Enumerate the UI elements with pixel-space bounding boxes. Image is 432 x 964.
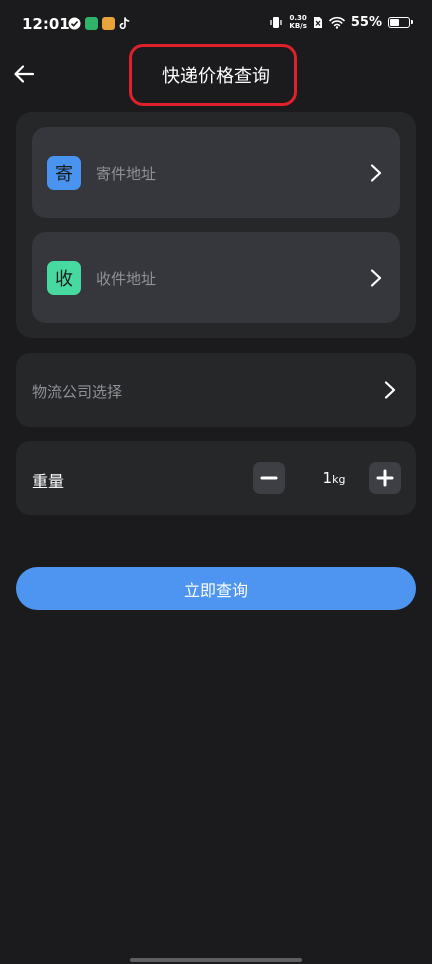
- weight-number: 1: [322, 469, 333, 487]
- weight-label: 重量: [32, 472, 65, 491]
- weight-value: 1kg: [302, 469, 366, 487]
- receiver-badge: 收: [47, 261, 81, 295]
- express-price-query-page: 12:01 0.30 KB/s 55% 快递价格查询 寄 寄件地址 收 收件地址…: [0, 0, 432, 964]
- chevron-right-icon: [370, 269, 382, 287]
- weight-unit: kg: [332, 473, 346, 486]
- battery-icon: [388, 16, 413, 28]
- sender-address-row[interactable]: 寄 寄件地址: [32, 127, 400, 218]
- address-card: 寄 寄件地址 收 收件地址: [16, 112, 416, 338]
- status-app-icons: [68, 17, 131, 30]
- check-circle-icon: [68, 17, 81, 30]
- title-highlight-annotation: [129, 44, 297, 106]
- network-speed-unit: KB/s: [289, 22, 307, 30]
- receiver-address-row[interactable]: 收 收件地址: [32, 232, 400, 323]
- battery-level-fill: [390, 18, 400, 26]
- vibrate-icon: [270, 16, 283, 28]
- minus-icon: [260, 476, 278, 480]
- receiver-address-label: 收件地址: [96, 270, 157, 288]
- map-app-icon: [85, 17, 98, 30]
- logistics-company-label: 物流公司选择: [32, 383, 123, 401]
- wifi-icon: [329, 16, 345, 29]
- chevron-right-icon: [384, 381, 396, 399]
- sender-address-label: 寄件地址: [96, 165, 157, 183]
- chevron-right-icon: [370, 164, 382, 182]
- weight-row: 重量 1kg: [16, 441, 416, 515]
- battery-percent: 55%: [350, 14, 382, 30]
- query-now-button[interactable]: 立即查询: [16, 567, 416, 610]
- weight-decrease-button[interactable]: [253, 462, 285, 494]
- tiktok-icon: [119, 17, 130, 30]
- status-time: 12:01: [22, 15, 70, 33]
- home-indicator[interactable]: [130, 958, 302, 962]
- logistics-company-select[interactable]: 物流公司选择: [16, 353, 416, 427]
- network-speed: 0.30 KB/s: [289, 14, 306, 30]
- weibo-icon: [102, 17, 115, 30]
- sender-badge: 寄: [47, 156, 81, 190]
- status-right-icons: 0.30 KB/s 55%: [269, 14, 413, 30]
- plus-icon: [376, 469, 394, 487]
- weight-increase-button[interactable]: [369, 462, 401, 494]
- no-sim-icon: [313, 16, 322, 28]
- network-speed-value: 0.30: [289, 14, 307, 22]
